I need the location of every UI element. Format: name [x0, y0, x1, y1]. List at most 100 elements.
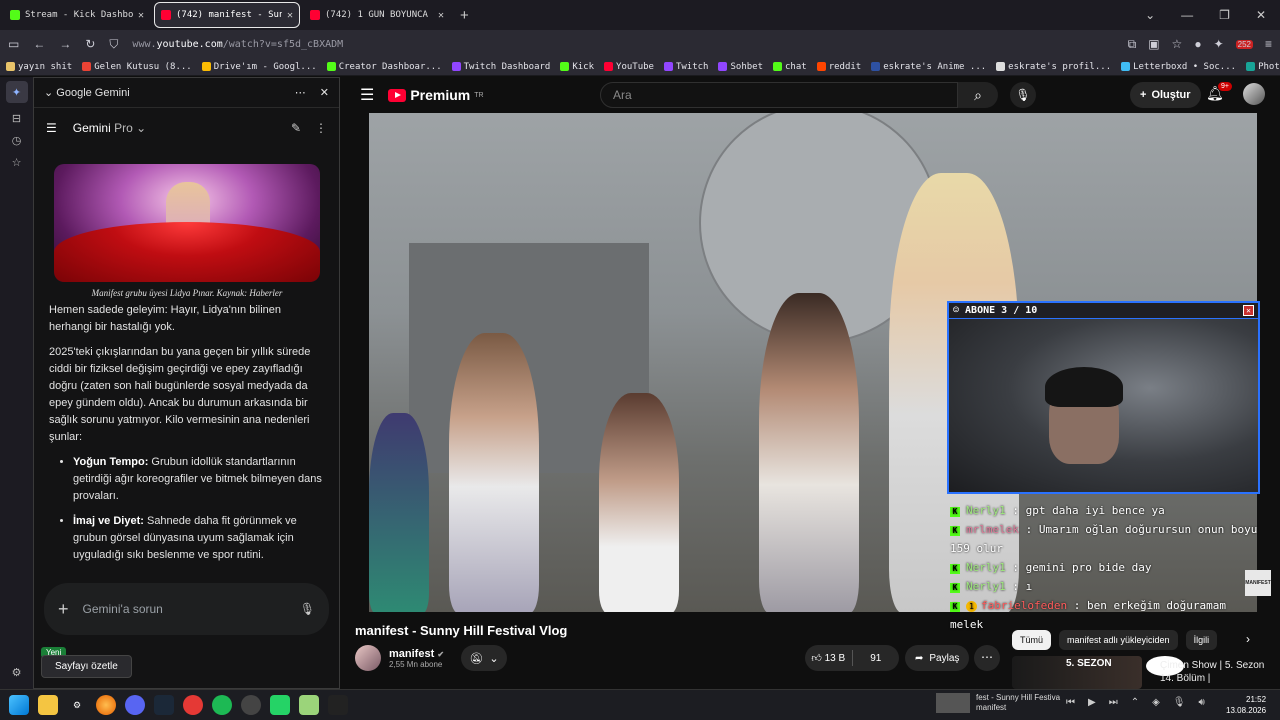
- bookmark-item[interactable]: Kick: [560, 62, 594, 72]
- new-chat-icon[interactable]: ✎: [291, 121, 301, 135]
- bookmark-star-icon[interactable]: ☆: [1172, 37, 1183, 51]
- add-icon[interactable]: +: [58, 599, 69, 620]
- share-button[interactable]: ➦ Paylaş: [905, 645, 970, 671]
- close-tab-icon[interactable]: ✕: [438, 10, 444, 21]
- app-icon[interactable]: [183, 695, 203, 715]
- recommended-video[interactable]: 5. SEZON Çimen Show | 5. Sezon 14. Bölüm…: [1012, 656, 1272, 689]
- forward-button[interactable]: →: [59, 37, 71, 51]
- chat-message: K Nerly1 : gpt daha iyi bence ya: [950, 501, 1260, 520]
- bookmark-item[interactable]: Letterboxd • Soc...: [1121, 62, 1236, 72]
- app-icon[interactable]: [241, 695, 261, 715]
- media-widget[interactable]: fest - Sunny Hill Festiva manifest: [936, 693, 1060, 713]
- close-icon[interactable]: ✕: [320, 86, 329, 99]
- avatar[interactable]: [1243, 83, 1265, 105]
- bookmark-item[interactable]: Sohbet: [718, 62, 763, 72]
- bookmark-item[interactable]: Creator Dashboar...: [326, 62, 442, 72]
- tab-youtube-manifest[interactable]: (742) manifest - Sunny ✕: [154, 2, 300, 28]
- shield-icon[interactable]: ⛉: [109, 37, 118, 52]
- chevron-down-icon[interactable]: ⌄: [136, 121, 146, 135]
- new-tab-button[interactable]: +: [460, 7, 469, 24]
- bookmark-item[interactable]: eskrate's profil...: [996, 62, 1111, 72]
- whatsapp-icon[interactable]: [270, 695, 290, 715]
- hamburger-menu-icon[interactable]: ☰: [46, 121, 57, 135]
- next-icon[interactable]: ⏭: [1109, 697, 1118, 708]
- search-input[interactable]: Ara: [600, 82, 958, 108]
- network-icon[interactable]: ◈: [1152, 697, 1160, 708]
- windows-start-icon[interactable]: [9, 695, 29, 715]
- menu-icon[interactable]: ≡: [1265, 37, 1272, 51]
- extension-badge[interactable]: 252: [1235, 39, 1253, 49]
- bookmark-item[interactable]: Twitch: [663, 62, 708, 72]
- create-button[interactable]: + Oluştur: [1130, 82, 1201, 108]
- file-explorer-icon[interactable]: [38, 695, 58, 715]
- clock[interactable]: 21:52 13.08.2026: [1226, 694, 1266, 716]
- screenshot-icon[interactable]: ▣: [1148, 37, 1159, 51]
- channel-name[interactable]: manifest: [389, 648, 434, 660]
- settings-icon[interactable]: ⚙: [67, 695, 87, 715]
- chip-all[interactable]: Tümü: [1012, 630, 1052, 650]
- history-icon[interactable]: ⊟: [12, 112, 21, 125]
- firefox-icon[interactable]: [96, 695, 116, 715]
- bookmark-item[interactable]: Gelen Kutusu (8...: [82, 62, 192, 72]
- minimize-button[interactable]: —: [1181, 8, 1193, 22]
- bookmark-item[interactable]: reddit: [816, 62, 861, 72]
- bookmark-item[interactable]: Twitch Dashboard: [451, 62, 550, 72]
- tab-youtube-other[interactable]: (742) 1 GÜN BOYUNCA GERÇ ✕: [304, 2, 450, 28]
- gemini-prompt-input[interactable]: + Gemini'a sorun 🎙︎: [44, 583, 329, 635]
- tab-title: (742) manifest - Sunny: [176, 10, 282, 20]
- summarize-page-button[interactable]: Sayfayı özetle: [41, 655, 132, 678]
- more-options-icon[interactable]: ⋯: [295, 86, 306, 99]
- volume-icon[interactable]: 🔊︎: [1199, 697, 1205, 708]
- bookmark-favicon-icon: [996, 62, 1006, 71]
- spotify-icon[interactable]: [212, 695, 232, 715]
- voice-search-button[interactable]: 🎙︎: [1010, 82, 1036, 108]
- bookmark-item[interactable]: chat: [773, 62, 807, 72]
- bookmark-item[interactable]: Drive'ım - Googl...: [201, 62, 317, 72]
- reload-button[interactable]: ↻: [85, 37, 95, 51]
- like-button[interactable]: 👍︎ 13 B: [805, 652, 852, 664]
- epic-games-icon[interactable]: [328, 695, 348, 715]
- star-icon[interactable]: ☆: [12, 156, 22, 169]
- bookmark-item[interactable]: YouTube: [604, 62, 654, 72]
- play-icon[interactable]: ▶: [1088, 697, 1096, 708]
- sidebar-toggle-icon[interactable]: ▭: [8, 37, 19, 51]
- chevron-up-icon[interactable]: ⌃: [1131, 697, 1139, 708]
- close-window-button[interactable]: ✕: [1256, 8, 1266, 22]
- hamburger-menu-icon[interactable]: ☰: [360, 85, 374, 105]
- chip-from-uploader[interactable]: manifest adlı yükleyiciden: [1059, 630, 1178, 650]
- tab-kick-dashboard[interactable]: Stream - Kick Dashboard ✕: [4, 2, 150, 28]
- microphone-icon[interactable]: 🎙︎: [1173, 697, 1186, 708]
- chip-related[interactable]: İlgili: [1185, 630, 1218, 650]
- close-tab-icon[interactable]: ✕: [138, 10, 144, 21]
- discord-icon[interactable]: [125, 695, 145, 715]
- bookmark-item[interactable]: Photopea | Onlin...: [1246, 62, 1280, 72]
- chevron-down-icon[interactable]: ⌄: [1145, 8, 1155, 22]
- subscription-bell-button[interactable]: 🔕︎ ⌄: [461, 645, 507, 671]
- chevron-right-icon[interactable]: ›: [1246, 632, 1250, 646]
- picture-in-picture-icon[interactable]: ⧉: [1128, 37, 1137, 52]
- microphone-icon[interactable]: 🎙︎: [300, 602, 315, 616]
- bookmark-item[interactable]: yayın shit: [6, 62, 72, 72]
- bookmark-item[interactable]: eskrate's Anime ...: [871, 62, 986, 72]
- youtube-premium-logo[interactable]: Premium TR: [388, 87, 484, 103]
- channel-avatar[interactable]: [355, 645, 381, 671]
- search-button[interactable]: ⌕: [958, 82, 998, 108]
- previous-icon[interactable]: ⏮: [1066, 697, 1075, 708]
- clock-icon[interactable]: ◷: [12, 134, 22, 147]
- address-bar[interactable]: www.youtube.com/watch?v=sf5d_cBXADM: [132, 39, 343, 50]
- back-button[interactable]: ←: [33, 37, 45, 51]
- dislike-button[interactable]: 91: [853, 653, 900, 664]
- plan-selector[interactable]: Pro: [114, 121, 133, 135]
- maximize-button[interactable]: ❐: [1219, 8, 1230, 22]
- extension-icon[interactable]: ●: [1194, 37, 1201, 51]
- gear-icon[interactable]: ⚙: [12, 666, 22, 679]
- ai-chat-icon[interactable]: ✦: [5, 81, 28, 103]
- puzzle-icon[interactable]: ✦: [1214, 37, 1224, 51]
- chevron-down-icon[interactable]: ⌄: [44, 86, 56, 99]
- app-icon[interactable]: [299, 695, 319, 715]
- more-vertical-icon[interactable]: ⋮: [315, 121, 327, 135]
- steam-icon[interactable]: [154, 695, 174, 715]
- close-tab-icon[interactable]: ✕: [287, 10, 293, 21]
- channel-watermark[interactable]: MANIFEST: [1245, 570, 1271, 596]
- more-actions-button[interactable]: ⋯: [974, 645, 1000, 671]
